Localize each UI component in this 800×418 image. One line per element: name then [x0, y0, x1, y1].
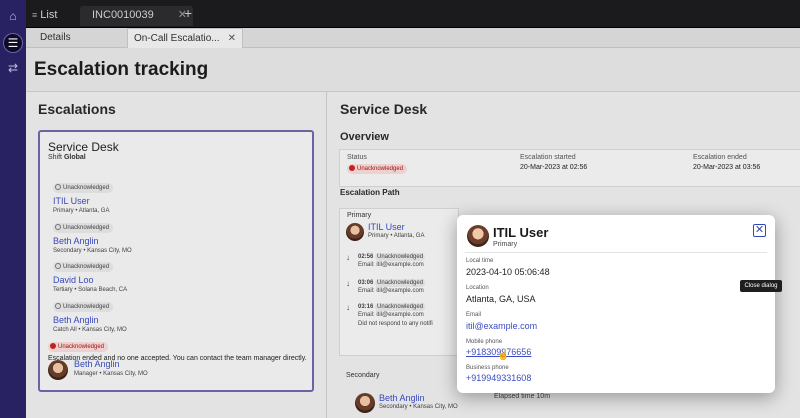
business-label: Business phone: [466, 365, 509, 371]
dialog-title: ITIL User: [493, 225, 549, 240]
email-link[interactable]: itil@example.com: [466, 321, 537, 331]
mobile-label: Mobile phone: [466, 339, 503, 345]
user-contact-dialog: ITIL User Primary ✕ Local time 2023-04-1…: [457, 215, 775, 393]
divider: [465, 252, 767, 253]
close-icon[interactable]: ✕: [753, 224, 766, 237]
business-phone-link[interactable]: +919949331608: [466, 373, 531, 383]
close-tooltip: Close dialog: [740, 280, 782, 292]
local-time-label: Local time: [466, 258, 494, 264]
location-label: Location: [466, 285, 489, 291]
hand-cursor-icon: ☝: [497, 350, 510, 361]
email-label: Email: [466, 312, 482, 318]
avatar: [467, 225, 489, 247]
local-time-value: 2023-04-10 05:06:48: [466, 267, 550, 277]
location-value: Atlanta, GA, USA: [466, 294, 536, 304]
dialog-role: Primary: [493, 241, 518, 248]
